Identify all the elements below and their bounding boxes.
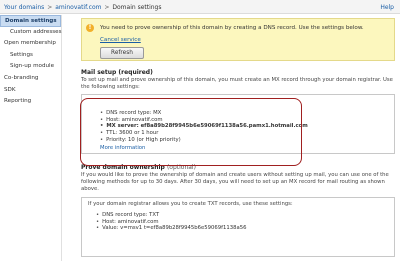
breadcrumb-domain[interactable]: aminovatif.com: [55, 4, 101, 11]
txt-host: Host: aminovatif.com: [96, 219, 246, 226]
sidebar-item-sdk[interactable]: SDK: [0, 85, 61, 97]
sidebar-item-settings[interactable]: Settings: [0, 50, 61, 62]
txt-record-type: DNS record type: TXT: [96, 212, 246, 219]
txt-settings-box: If your domain registrar allows you to c…: [81, 197, 395, 257]
sidebar: Domain settings Custom addresses Open me…: [0, 15, 62, 261]
help-link[interactable]: Help: [380, 4, 394, 11]
sidebar-item-sign-up-module[interactable]: Sign-up module: [0, 61, 61, 73]
top-bar: Your domains > aminovatif.com > Domain s…: [0, 0, 400, 14]
prove-ownership-description: If you would like to prove the ownership…: [81, 172, 389, 192]
txt-intro: If your domain registrar allows you to c…: [88, 201, 293, 207]
sidebar-item-open-membership[interactable]: Open membership: [0, 38, 61, 50]
mail-setup-description: To set up mail and prove ownership of th…: [81, 77, 393, 90]
breadcrumb-separator: >: [104, 4, 110, 11]
cancel-service-link[interactable]: Cancel service: [100, 37, 141, 43]
txt-settings-list: DNS record type: TXT Host: aminovatif.co…: [96, 212, 246, 232]
breadcrumb-separator: >: [47, 4, 53, 11]
mx-settings-highlight: [80, 98, 302, 166]
warning-icon: !: [86, 24, 94, 32]
dns-notice: ! You need to prove ownership of this do…: [81, 18, 395, 61]
breadcrumb-current: Domain settings: [112, 4, 162, 11]
breadcrumb-your-domains[interactable]: Your domains: [4, 4, 44, 11]
txt-value: Value: v=msv1 t=ef8a89b28f9945b6e59069f1…: [96, 225, 246, 232]
sidebar-item-co-branding[interactable]: Co-branding: [0, 73, 61, 85]
sidebar-item-reporting[interactable]: Reporting: [0, 96, 61, 108]
sidebar-item-custom-addresses[interactable]: Custom addresses: [0, 27, 62, 39]
breadcrumb: Your domains > aminovatif.com > Domain s…: [4, 4, 162, 11]
sidebar-item-domain-settings[interactable]: Domain settings: [0, 15, 61, 27]
refresh-button[interactable]: Refresh: [100, 47, 144, 59]
notice-text: You need to prove ownership of this doma…: [100, 25, 364, 31]
mail-setup-title: Mail setup (required): [81, 69, 153, 76]
